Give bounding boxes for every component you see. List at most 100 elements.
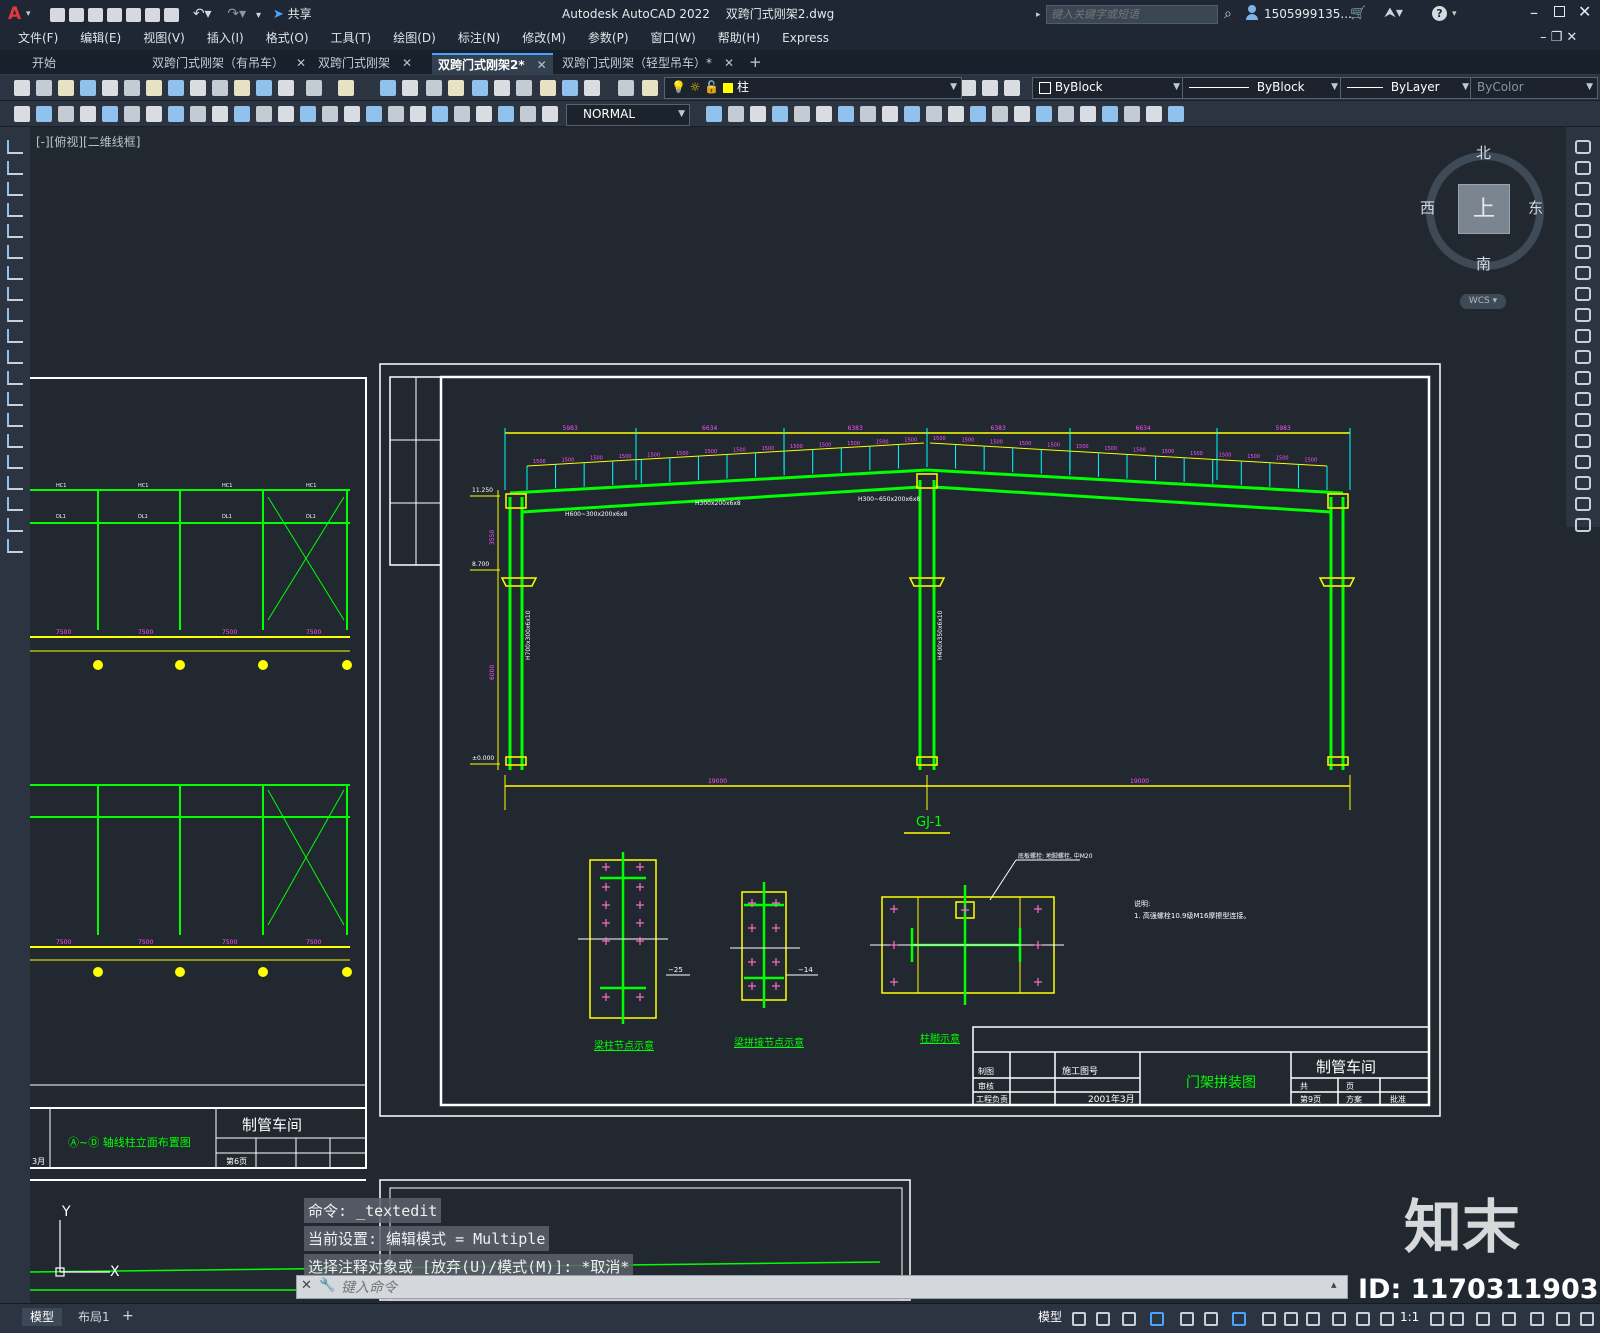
toolbar-tool-icon[interactable]: [1124, 106, 1140, 122]
status-toggle-icon[interactable]: [1476, 1312, 1490, 1326]
status-toggle-icon[interactable]: [1306, 1312, 1320, 1326]
draw-tool-icon[interactable]: [7, 224, 23, 238]
status-toggle-icon[interactable]: [1530, 1312, 1544, 1326]
toolbar-tool-icon[interactable]: [212, 80, 228, 96]
file-tab[interactable]: 开始: [26, 53, 62, 74]
draw-tool-icon[interactable]: [7, 308, 23, 322]
menu-item[interactable]: 视图(V): [143, 31, 185, 45]
draw-tool-icon[interactable]: [7, 245, 23, 259]
toolbar-tool-icon[interactable]: [1102, 106, 1118, 122]
draw-tool-icon[interactable]: [7, 140, 23, 154]
toolbar-tool-icon[interactable]: [80, 106, 96, 122]
close-tab-icon[interactable]: ✕: [296, 56, 306, 70]
text-style-dropdown[interactable]: NORMAL ▼: [566, 104, 690, 126]
toolbar-tool-icon[interactable]: [498, 106, 514, 122]
toolbar-tool-icon[interactable]: [256, 106, 272, 122]
customize-qat-icon[interactable]: ▾: [256, 10, 261, 21]
status-toggle-icon[interactable]: [1096, 1312, 1110, 1326]
status-toggle-icon[interactable]: [1150, 1312, 1164, 1326]
toolbar-tool-icon[interactable]: [1036, 106, 1052, 122]
toolbar-tool-icon[interactable]: [992, 106, 1008, 122]
status-toggle-icon[interactable]: [1356, 1312, 1370, 1326]
status-toggle-icon[interactable]: [1180, 1312, 1194, 1326]
toolbar-tool-icon[interactable]: [476, 106, 492, 122]
modify-tool-icon[interactable]: [1575, 329, 1591, 343]
modify-tool-icon[interactable]: [1575, 266, 1591, 280]
toolbar-tool-icon[interactable]: [1058, 106, 1074, 122]
viewcube-west[interactable]: 西: [1420, 201, 1435, 216]
draw-tool-icon[interactable]: [7, 392, 23, 406]
toolbar-tool-icon[interactable]: [750, 106, 766, 122]
draw-tool-icon[interactable]: [7, 350, 23, 364]
draw-tool-icon[interactable]: [7, 539, 23, 553]
draw-tool-icon[interactable]: [7, 413, 23, 427]
toolbar-tool-icon[interactable]: [168, 80, 184, 96]
draw-tool-icon[interactable]: [7, 182, 23, 196]
lineweight-dropdown[interactable]: ByLayer ▼: [1340, 77, 1474, 99]
toolbar-tool-icon[interactable]: [344, 106, 360, 122]
search-icon[interactable]: ⌕: [1224, 6, 1232, 22]
toolbar-tool-icon[interactable]: [124, 80, 140, 96]
wcs-menu[interactable]: WCS ▾: [1460, 294, 1506, 309]
modify-tool-icon[interactable]: [1575, 476, 1591, 490]
toolbar-tool-icon[interactable]: [904, 106, 920, 122]
share-icon[interactable]: ➤: [273, 7, 284, 22]
toolbar-tool-icon[interactable]: [706, 106, 722, 122]
toolbar-tool-icon[interactable]: [168, 106, 184, 122]
save-as-icon[interactable]: [107, 7, 122, 22]
draw-tool-icon[interactable]: [7, 287, 23, 301]
toolbar-tool-icon[interactable]: [1168, 106, 1184, 122]
toolbar-tool-icon[interactable]: [882, 106, 898, 122]
command-input[interactable]: [339, 1277, 1303, 1299]
status-toggle-icon[interactable]: [1430, 1312, 1444, 1326]
app-menu-chevron-icon[interactable]: ▾: [26, 9, 31, 19]
toolbar-tool-icon[interactable]: [982, 80, 998, 96]
toolbar-tool-icon[interactable]: [366, 106, 382, 122]
toolbar-tool-icon[interactable]: [860, 106, 876, 122]
toolbar-tool-icon[interactable]: [278, 80, 294, 96]
file-tab[interactable]: 双跨门式刚架 ✕: [312, 53, 418, 74]
modify-tool-icon[interactable]: [1575, 182, 1591, 196]
toolbar-tool-icon[interactable]: [146, 80, 162, 96]
menu-item[interactable]: 参数(P): [588, 31, 629, 45]
toolbar-tool-icon[interactable]: [212, 106, 228, 122]
menu-item[interactable]: 编辑(E): [80, 31, 121, 45]
toolbar-tool-icon[interactable]: [278, 106, 294, 122]
draw-tool-icon[interactable]: [7, 266, 23, 280]
file-tab[interactable]: 双跨门式刚架2* ✕: [432, 53, 553, 76]
status-toggle-icon[interactable]: [1072, 1312, 1086, 1326]
viewcube-south[interactable]: 南: [1476, 257, 1491, 272]
status-toggle-icon[interactable]: [1262, 1312, 1276, 1326]
draw-tool-icon[interactable]: [7, 455, 23, 469]
draw-tool-icon[interactable]: [7, 161, 23, 175]
modify-tool-icon[interactable]: [1575, 140, 1591, 154]
menu-item[interactable]: 修改(M): [522, 31, 566, 45]
draw-tool-icon[interactable]: [7, 371, 23, 385]
status-toggle-icon[interactable]: [1204, 1312, 1218, 1326]
layer-dropdown[interactable]: 💡 ☼ 🔓 柱 ▼: [664, 77, 962, 99]
toolbar-tool-icon[interactable]: [426, 80, 442, 96]
toolbar-tool-icon[interactable]: [124, 106, 140, 122]
toolbar-tool-icon[interactable]: [926, 106, 942, 122]
linetype-dropdown[interactable]: ByBlock ▼: [1182, 77, 1343, 99]
toolbar-tool-icon[interactable]: [728, 106, 744, 122]
draw-tool-icon[interactable]: [7, 434, 23, 448]
status-toggle-icon[interactable]: [1556, 1312, 1570, 1326]
toolbar-tool-icon[interactable]: [388, 106, 404, 122]
toolbar-tool-icon[interactable]: [338, 80, 354, 96]
new-icon[interactable]: [50, 7, 65, 22]
modify-tool-icon[interactable]: [1575, 245, 1591, 259]
toolbar-tool-icon[interactable]: [300, 106, 316, 122]
toolbar-tool-icon[interactable]: [1004, 80, 1020, 96]
modify-tool-icon[interactable]: [1575, 161, 1591, 175]
print-icon[interactable]: [164, 7, 179, 22]
customize-command-icon[interactable]: 🔧: [319, 1278, 335, 1293]
doc-window-controls[interactable]: – ❐ ✕: [1540, 30, 1577, 45]
modify-tool-icon[interactable]: [1575, 203, 1591, 217]
viewcube-north[interactable]: 北: [1476, 146, 1491, 161]
help-icon[interactable]: ?: [1432, 6, 1447, 21]
toolbar-tool-icon[interactable]: [642, 80, 658, 96]
draw-tool-icon[interactable]: [7, 329, 23, 343]
menu-item[interactable]: 绘图(D): [393, 31, 436, 45]
menu-item[interactable]: 格式(O): [266, 31, 309, 45]
